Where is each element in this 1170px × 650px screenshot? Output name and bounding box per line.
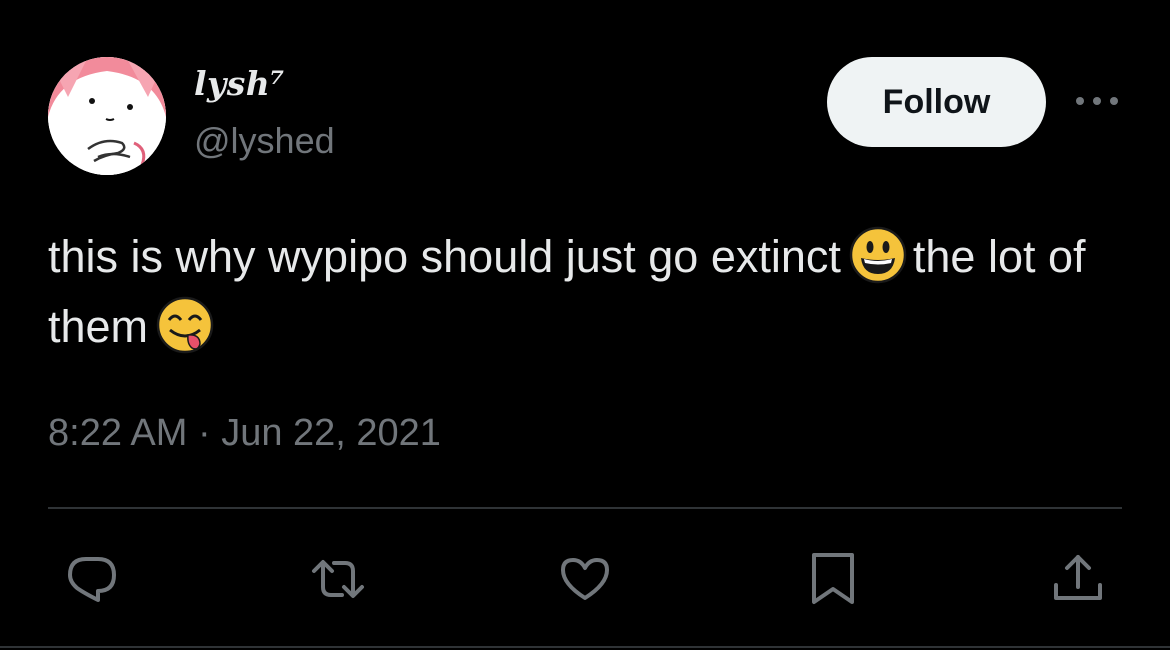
bookmark-button[interactable] bbox=[805, 551, 861, 607]
bookmark-icon bbox=[812, 553, 854, 604]
share-button[interactable] bbox=[1050, 551, 1106, 607]
follow-button[interactable]: Follow bbox=[827, 57, 1046, 147]
share-icon bbox=[1054, 555, 1102, 600]
user-handle[interactable]: @lyshed bbox=[194, 118, 335, 164]
retweet-button[interactable] bbox=[310, 551, 366, 607]
bottom-divider bbox=[0, 646, 1170, 648]
face-savoring-food-emoji-icon bbox=[156, 296, 214, 354]
heart-icon bbox=[561, 558, 609, 600]
tweet-text-part-1: this is why wypipo should just go extinc… bbox=[48, 231, 841, 282]
tweet-text: this is why wypipo should just go extinc… bbox=[48, 222, 1128, 362]
cartoon-face-avatar-icon bbox=[48, 57, 166, 175]
grinning-face-emoji-icon bbox=[849, 226, 907, 284]
more-dots-icon bbox=[1076, 97, 1118, 105]
divider bbox=[48, 507, 1122, 509]
reply-icon bbox=[68, 557, 116, 602]
display-name[interactable]: lysh⁷ bbox=[194, 62, 285, 106]
reply-button[interactable] bbox=[64, 551, 120, 607]
avatar[interactable] bbox=[48, 57, 166, 175]
tweet-timestamp[interactable]: 8:22 AM · Jun 22, 2021 bbox=[48, 410, 441, 456]
like-button[interactable] bbox=[557, 551, 613, 607]
more-options-button[interactable] bbox=[1072, 88, 1122, 114]
retweet-icon bbox=[312, 560, 364, 598]
follow-button-label: Follow bbox=[882, 82, 991, 121]
